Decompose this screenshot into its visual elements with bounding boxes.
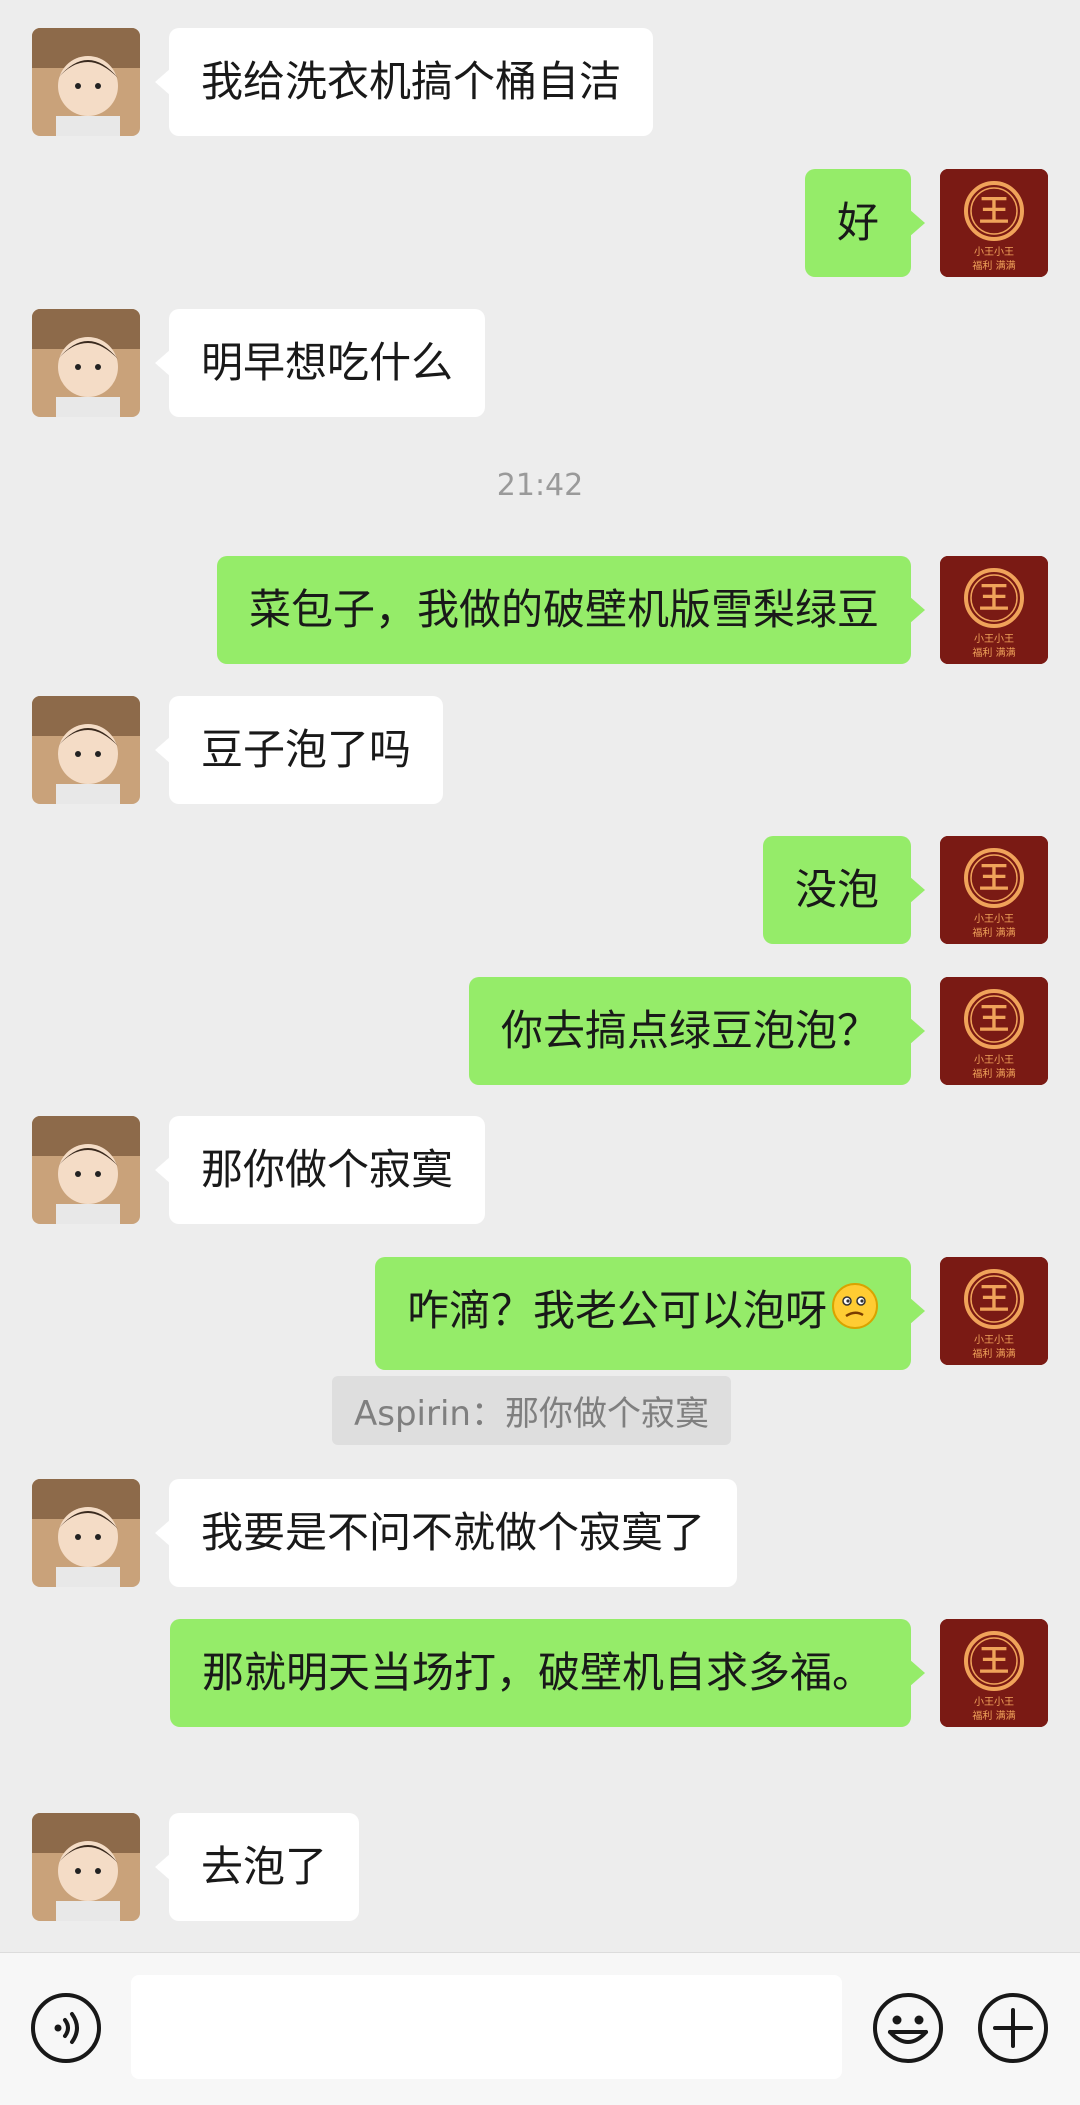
quoted-message[interactable]: Aspirin：那你做个寂寞 xyxy=(332,1376,731,1445)
message-bubble-outgoing[interactable]: 咋滴？我老公可以泡呀 xyxy=(374,1257,926,1370)
seal-logo: 王 小王小王 福利 满满 xyxy=(940,836,1048,944)
contact-avatar[interactable] xyxy=(32,309,140,417)
svg-text:王: 王 xyxy=(979,194,1009,229)
seal-logo: 王 小王小王 福利 满满 xyxy=(940,556,1048,664)
message-text: 菜包子，我做的破壁机版雪梨绿豆 xyxy=(248,585,879,634)
my-avatar[interactable]: 王 小王小王 福利 满满 xyxy=(940,169,1048,277)
svg-text:小王小王: 小王小王 xyxy=(974,1696,1014,1708)
message-text: 我给洗衣机搞个桶自洁 xyxy=(201,57,622,106)
message-bubble-incoming[interactable]: 明早想吃什么 xyxy=(154,309,486,417)
add-icon[interactable] xyxy=(975,1990,1051,2066)
message-bubble-outgoing[interactable]: 没泡 xyxy=(762,836,926,944)
my-avatar[interactable]: 王 小王小王 福利 满满 xyxy=(940,836,1048,944)
message-bubble-incoming[interactable]: 那你做个寂寞 xyxy=(154,1116,486,1224)
message-bubble-outgoing[interactable]: 菜包子，我做的破壁机版雪梨绿豆 xyxy=(216,556,926,664)
seal-logo: 王 小王小王 福利 满满 xyxy=(940,1257,1048,1365)
svg-text:小王小王: 小王小王 xyxy=(974,246,1014,258)
message-text: 我要是不问不就做个寂寞了 xyxy=(201,1508,706,1557)
message-input[interactable] xyxy=(131,1975,842,2079)
message-bubble-incoming[interactable]: 我给洗衣机搞个桶自洁 xyxy=(154,28,654,136)
message-text: 咋滴？我老公可以泡呀 xyxy=(406,1286,827,1335)
message-text: 去泡了 xyxy=(201,1842,328,1891)
my-avatar[interactable]: 王 小王小王 福利 满满 xyxy=(940,1619,1048,1727)
svg-text:王: 王 xyxy=(979,861,1009,896)
seal-logo: 王 小王小王 福利 满满 xyxy=(940,977,1048,1085)
message-bubble-incoming[interactable]: 去泡了 xyxy=(154,1813,360,1921)
message-text: 那你做个寂寞 xyxy=(201,1145,454,1194)
contact-avatar[interactable] xyxy=(32,696,140,804)
input-bar xyxy=(0,1952,1080,2105)
message-bubble-outgoing[interactable]: 你去搞点绿豆泡泡？ xyxy=(468,977,926,1085)
seal-logo: 王 小王小王 福利 满满 xyxy=(940,169,1048,277)
svg-text:福利 满满: 福利 满满 xyxy=(972,1067,1015,1080)
svg-text:小王小王: 小王小王 xyxy=(974,1054,1014,1066)
message-text: 明早想吃什么 xyxy=(201,338,454,387)
message-text: 那就明天当场打，破壁机自求多福。 xyxy=(202,1648,875,1697)
message-bubble-outgoing[interactable]: 那就明天当场打，破壁机自求多福。 xyxy=(170,1619,925,1727)
timestamp: 21:42 xyxy=(496,468,584,503)
message-bubble-incoming[interactable]: 我要是不问不就做个寂寞了 xyxy=(154,1479,738,1587)
svg-text:小王小王: 小王小王 xyxy=(974,913,1014,925)
my-avatar[interactable]: 王 小王小王 福利 满满 xyxy=(940,1257,1048,1365)
message-bubble-incoming[interactable]: 豆子泡了吗 xyxy=(154,696,444,804)
emoji-icon[interactable] xyxy=(870,1990,946,2066)
svg-text:小王小王: 小王小王 xyxy=(974,1334,1014,1346)
thinking-face-emoji-icon xyxy=(831,1282,879,1346)
contact-avatar[interactable] xyxy=(32,1813,140,1921)
voice-icon[interactable] xyxy=(28,1990,104,2066)
svg-text:福利 满满: 福利 满满 xyxy=(972,1347,1015,1360)
my-avatar[interactable]: 王 小王小王 福利 满满 xyxy=(940,556,1048,664)
svg-text:王: 王 xyxy=(979,581,1009,616)
chat-area[interactable]: 我给洗衣机搞个桶自洁 王 小王小王 福利 满满 好 明早想吃什么 21:42 王… xyxy=(0,0,1080,1952)
svg-text:福利 满满: 福利 满满 xyxy=(972,1709,1015,1722)
seal-logo: 王 小王小王 福利 满满 xyxy=(940,1619,1048,1727)
svg-text:福利 满满: 福利 满满 xyxy=(972,926,1015,939)
my-avatar[interactable]: 王 小王小王 福利 满满 xyxy=(940,977,1048,1085)
contact-avatar[interactable] xyxy=(32,1479,140,1587)
message-text: 没泡 xyxy=(794,865,879,914)
contact-avatar[interactable] xyxy=(32,1116,140,1224)
svg-text:王: 王 xyxy=(979,1644,1009,1679)
message-text: 豆子泡了吗 xyxy=(201,725,412,774)
message-bubble-outgoing[interactable]: 好 xyxy=(804,169,926,277)
message-text: 你去搞点绿豆泡泡？ xyxy=(500,1006,879,1055)
svg-text:福利 满满: 福利 满满 xyxy=(972,259,1015,272)
svg-text:福利 满满: 福利 满满 xyxy=(972,646,1015,659)
contact-avatar[interactable] xyxy=(32,28,140,136)
message-text: 好 xyxy=(836,198,879,247)
svg-text:王: 王 xyxy=(979,1282,1009,1317)
svg-text:小王小王: 小王小王 xyxy=(974,633,1014,645)
svg-text:王: 王 xyxy=(979,1002,1009,1037)
